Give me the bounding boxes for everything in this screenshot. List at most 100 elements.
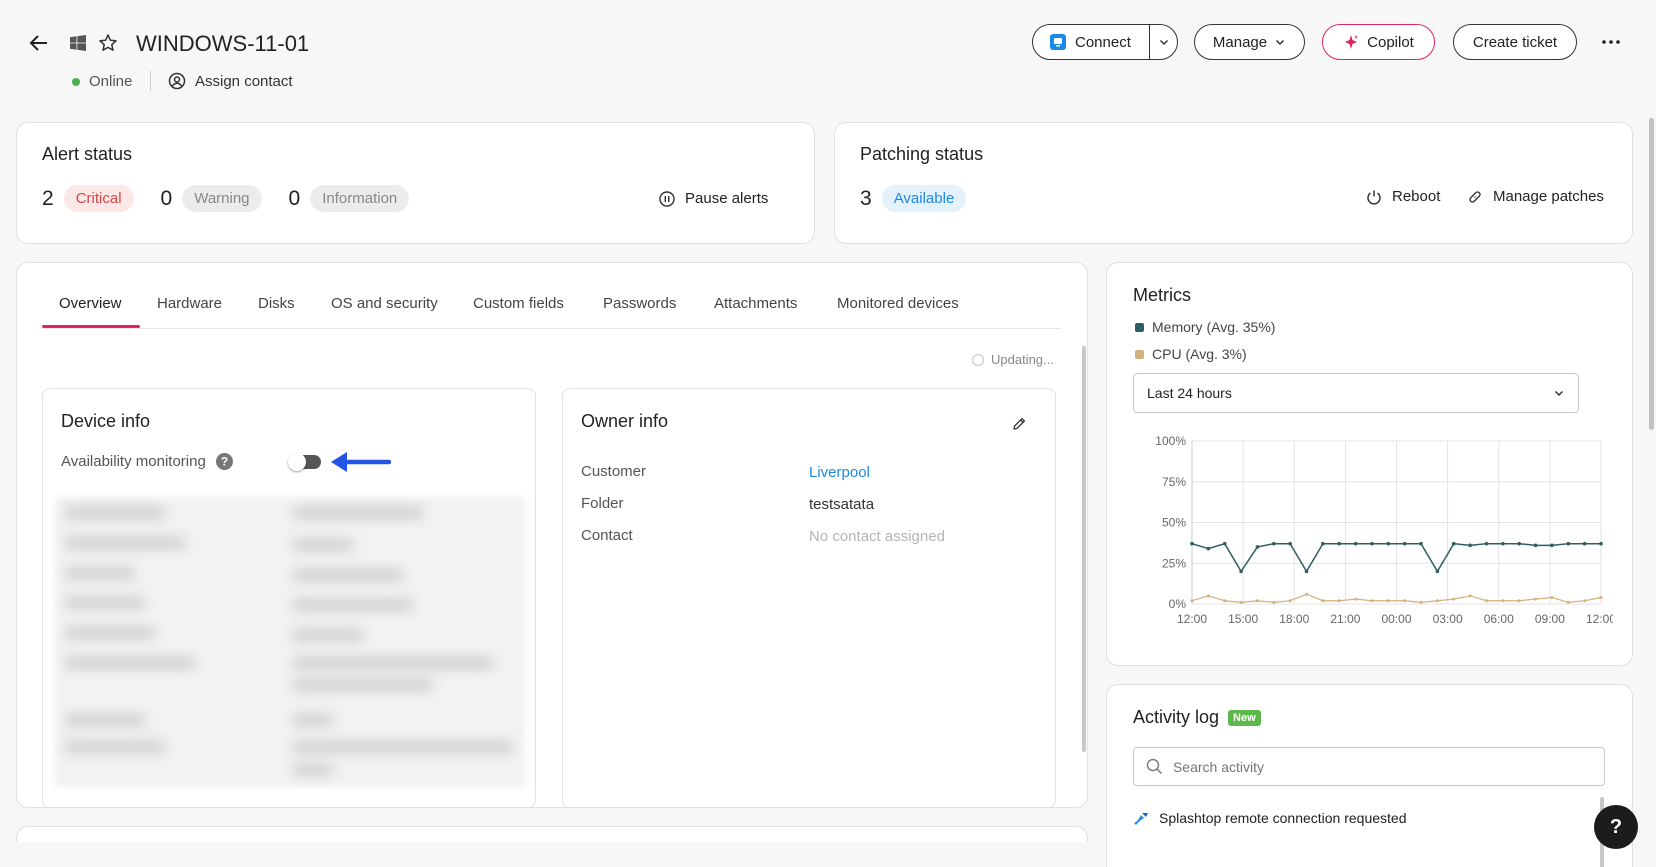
copilot-button[interactable]: Copilot xyxy=(1322,24,1435,60)
connect-dropdown-button[interactable] xyxy=(1150,25,1177,59)
activity-log-header: Activity log New xyxy=(1133,707,1261,728)
information-badge[interactable]: Information xyxy=(310,185,410,212)
x-tick-label: 21:00 xyxy=(1330,612,1360,626)
manage-button[interactable]: Manage xyxy=(1194,24,1305,60)
tab-disks[interactable]: Disks xyxy=(258,295,295,312)
x-tick-label: 15:00 xyxy=(1228,612,1258,626)
online-status: Online xyxy=(72,73,132,90)
tab-os-and-security[interactable]: OS and security xyxy=(331,295,438,312)
data-point-cpu xyxy=(1206,594,1210,598)
spinner-icon xyxy=(971,353,985,367)
data-point-memory xyxy=(1501,541,1505,546)
legend-cpu: CPU (Avg. 3%) xyxy=(1135,346,1247,362)
pause-alerts-button[interactable]: Pause alerts xyxy=(659,190,768,207)
data-point-cpu xyxy=(1501,599,1505,603)
activity-search-input[interactable] xyxy=(1172,758,1592,775)
device-info-card: Device info Availability monitoring ? xyxy=(42,388,536,808)
data-point-memory xyxy=(1222,541,1227,546)
tab-overview[interactable]: Overview xyxy=(59,295,122,312)
pause-icon xyxy=(659,190,675,207)
bandage-icon xyxy=(1467,189,1483,205)
splashtop-connect-icon xyxy=(1133,810,1149,826)
data-point-memory xyxy=(1582,541,1587,546)
data-point-cpu xyxy=(1386,599,1390,603)
edit-pencil-icon[interactable] xyxy=(1011,416,1027,432)
available-badge[interactable]: Available xyxy=(881,185,967,212)
metrics-chart: 100%75%50%25%0%12:00 15:00 18:00 21:00 00:00… xyxy=(1155,434,1613,626)
time-range-select[interactable]: Last 24 hours xyxy=(1133,373,1579,413)
data-point-cpu xyxy=(1403,599,1407,603)
help-icon[interactable]: ? xyxy=(215,453,233,470)
folder-value: testsatata xyxy=(809,496,875,513)
owner-info-title: Owner info xyxy=(581,411,669,431)
favorite-star-icon[interactable] xyxy=(98,33,118,53)
create-ticket-button[interactable]: Create ticket xyxy=(1453,24,1577,60)
overview-scrollbar[interactable] xyxy=(1082,346,1086,752)
data-point-memory xyxy=(1550,543,1554,548)
activity-search[interactable] xyxy=(1133,747,1605,786)
activity-entry[interactable]: Splashtop remote connection requested xyxy=(1133,810,1407,826)
x-tick-label: 00:00 xyxy=(1381,612,1411,626)
legend-cpu-swatch xyxy=(1135,349,1144,359)
divider xyxy=(150,71,151,91)
patching-status-title: Patching status xyxy=(860,144,984,164)
help-button[interactable]: ? xyxy=(1594,805,1638,849)
data-point-cpu xyxy=(1517,599,1521,603)
contact-value: No contact assigned xyxy=(809,528,945,545)
patching-status-card: Patching status 3 Available Reboot Manag… xyxy=(834,122,1633,244)
manage-patches-button[interactable]: Manage patches xyxy=(1467,188,1604,205)
data-point-cpu xyxy=(1223,599,1227,603)
data-point-memory xyxy=(1190,541,1194,546)
svg-text:?: ? xyxy=(221,455,228,469)
data-point-cpu xyxy=(1288,599,1292,603)
data-point-cpu xyxy=(1599,595,1603,599)
alert-status-card: Alert status 2 Critical 0 Warning 0 Info… xyxy=(16,122,815,244)
critical-badge[interactable]: Critical xyxy=(63,185,134,212)
metrics-title: Metrics xyxy=(1133,285,1191,305)
data-point-cpu xyxy=(1534,597,1538,601)
tab-passwords[interactable]: Passwords xyxy=(603,295,676,312)
data-point-cpu xyxy=(1337,599,1341,603)
legend-memory-swatch xyxy=(1135,322,1144,332)
critical-count: 2 xyxy=(42,186,54,210)
back-arrow-icon[interactable] xyxy=(28,32,50,54)
tab-attachments[interactable]: Attachments xyxy=(714,295,797,312)
data-point-memory xyxy=(1435,569,1440,574)
data-point-cpu xyxy=(1239,600,1243,604)
customer-link[interactable]: Liverpool xyxy=(809,464,870,481)
reboot-button[interactable]: Reboot xyxy=(1366,188,1440,205)
y-tick-label: 75% xyxy=(1162,475,1186,489)
data-point-cpu xyxy=(1370,599,1374,603)
assign-contact-button[interactable]: Assign contact xyxy=(168,72,293,90)
data-point-cpu xyxy=(1484,599,1488,603)
activity-log-title: Activity log xyxy=(1133,707,1220,727)
data-point-cpu xyxy=(1272,600,1276,604)
page-scrollbar[interactable] xyxy=(1649,118,1654,430)
data-point-memory xyxy=(1255,545,1260,549)
availability-toggle[interactable] xyxy=(288,453,321,471)
availability-monitoring-row: Availability monitoring ? xyxy=(61,453,233,470)
data-point-memory xyxy=(1353,541,1358,546)
data-point-cpu xyxy=(1566,600,1570,604)
folder-label: Folder xyxy=(581,495,624,512)
connect-button[interactable]: Connect xyxy=(1033,25,1151,59)
patching-counts: 3 Available xyxy=(860,185,967,212)
tab-custom-fields[interactable]: Custom fields xyxy=(473,295,564,312)
more-options-icon[interactable] xyxy=(1602,40,1620,44)
new-badge: New xyxy=(1228,709,1261,726)
data-point-cpu xyxy=(1190,599,1194,603)
x-tick-label: 12:00 xyxy=(1586,612,1613,626)
x-tick-label: 12:00 xyxy=(1177,612,1207,626)
activity-log-card: Activity log New Splashtop remote connec… xyxy=(1106,684,1633,867)
online-dot-icon xyxy=(72,77,80,86)
data-point-memory xyxy=(1517,541,1521,546)
device-info-title: Device info xyxy=(61,411,151,431)
x-tick-label: 09:00 xyxy=(1535,612,1565,626)
warning-badge[interactable]: Warning xyxy=(182,185,262,212)
data-point-memory xyxy=(1599,541,1603,546)
data-point-memory xyxy=(1533,543,1538,548)
tab-hardware[interactable]: Hardware xyxy=(157,295,222,312)
data-point-cpu xyxy=(1468,594,1472,598)
tab-monitored-devices[interactable]: Monitored devices xyxy=(837,295,959,312)
data-point-cpu xyxy=(1435,599,1439,603)
